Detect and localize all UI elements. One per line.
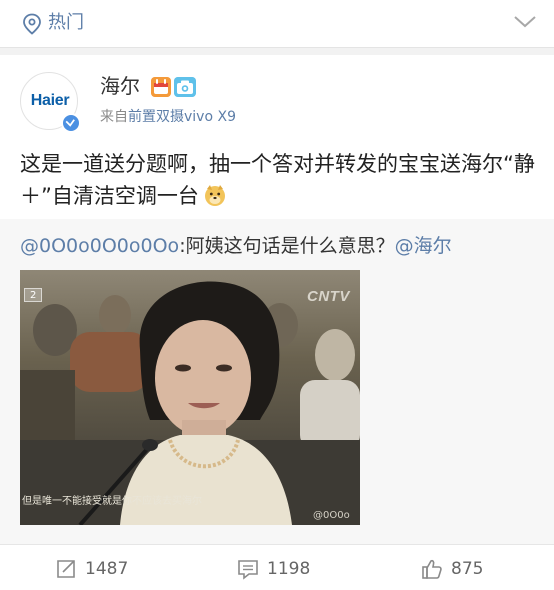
comment-button[interactable]: 1198 xyxy=(237,557,310,581)
feed-header: 热门 xyxy=(0,0,554,48)
verified-badge-icon xyxy=(61,113,81,133)
like-button[interactable]: 875 xyxy=(421,557,483,581)
post-source: 来自前置双摄vivo X9 xyxy=(100,107,236,127)
comment-icon xyxy=(238,560,258,580)
location-pin-icon xyxy=(23,13,41,35)
chevron-down-icon[interactable] xyxy=(512,14,538,30)
doge-emoji-icon xyxy=(204,185,225,206)
retweet-body: :阿姨这句话是什么意思？ xyxy=(179,235,395,257)
video-thumbnail[interactable]: 2 CNTV 但是唯一不能接受就是你不应该去买海尔 @0O0o xyxy=(20,270,360,525)
camera-badge-icon[interactable] xyxy=(174,77,196,97)
video-subtitle: 但是唯一不能接受就是你不应该去买海尔 xyxy=(22,496,202,507)
action-bar: 1487 1198 875 xyxy=(0,544,554,590)
video-scene-illustration xyxy=(20,281,360,525)
source-device-link[interactable]: 前置双摄vivo X9 xyxy=(128,109,236,125)
repost-count: 1487 xyxy=(85,559,129,579)
post-text: 这是一道送分题啊，抽一个答对并转发的宝宝送海尔“静＋”自清洁空调一台 xyxy=(20,148,536,212)
channel-logo: CNTV xyxy=(307,288,350,305)
retweet-author-mention[interactable]: @0O0o0O0o0Oo xyxy=(20,235,179,257)
comment-count: 1198 xyxy=(267,559,311,579)
source-prefix: 来自 xyxy=(100,109,128,125)
repost-button[interactable]: 1487 xyxy=(55,557,128,581)
like-count: 875 xyxy=(451,559,484,579)
feed-divider xyxy=(0,48,554,55)
section-title[interactable]: 热门 xyxy=(48,11,84,35)
episode-badge: 2 xyxy=(24,288,43,302)
member-calendar-badge-icon[interactable] xyxy=(151,77,171,97)
thumbs-up-icon xyxy=(422,559,442,579)
retweet-text: @0O0o0O0o0Oo:阿姨这句话是什么意思？@海尔 xyxy=(20,232,452,260)
post-body: 这是一道送分题啊，抽一个答对并转发的宝宝送海尔“静＋”自清洁空调一台 xyxy=(20,152,535,208)
mention-haier[interactable]: @海尔 xyxy=(395,235,452,257)
username[interactable]: 海尔 xyxy=(100,73,140,99)
haier-logo: Haier xyxy=(30,92,70,109)
repost-icon xyxy=(57,560,75,578)
video-watermark: @0O0o xyxy=(313,510,350,521)
